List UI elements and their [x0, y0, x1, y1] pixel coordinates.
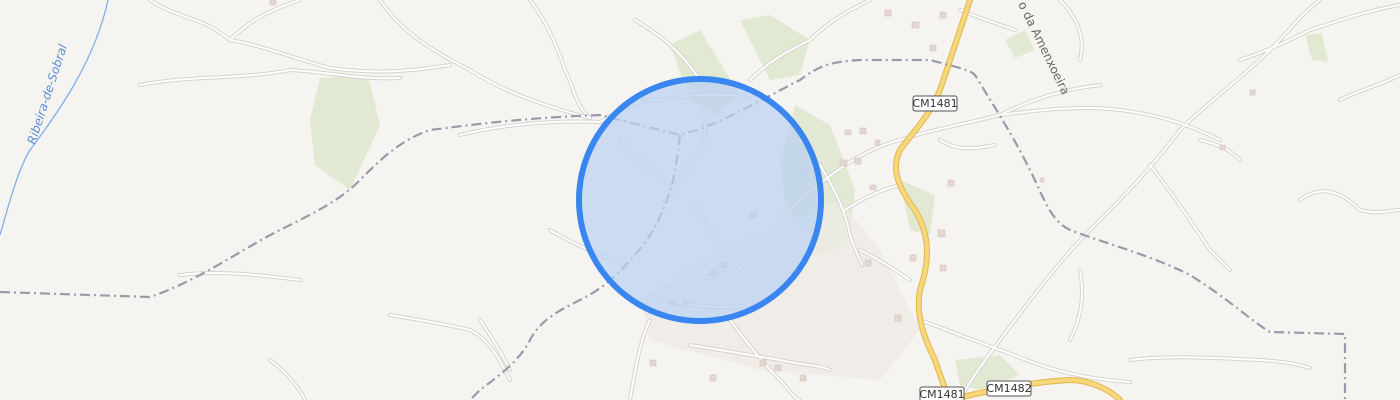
selection-radius-circle[interactable]	[576, 76, 824, 324]
road-shield-cm1481-top: CM1481	[912, 95, 958, 112]
road-shield-cm1481-bottom-label: CM1481	[919, 388, 964, 400]
road-shield-cm1481-bottom: CM1481	[919, 386, 965, 400]
road-shield-cm1482-label: CM1482	[986, 382, 1031, 395]
map-canvas[interactable]: Ribeira-de-Sobral CM1481 CM1481 CM1482 o…	[0, 0, 1400, 400]
road-shield-cm1481-top-label: CM1481	[912, 97, 957, 110]
road-shield-cm1482: CM1482	[986, 380, 1032, 397]
